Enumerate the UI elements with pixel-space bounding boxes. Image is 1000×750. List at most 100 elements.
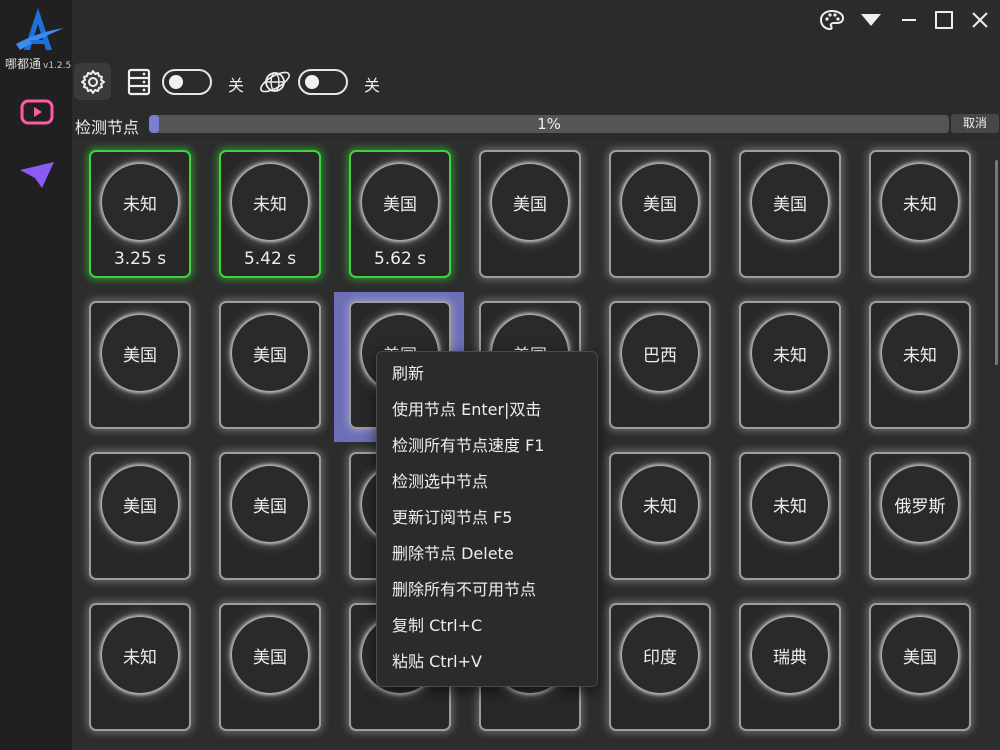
node-card[interactable]: 美国 xyxy=(89,452,191,580)
global-proxy-toggle[interactable] xyxy=(298,69,348,95)
node-country: 未知 xyxy=(773,345,807,366)
node-flag-circle: 未知 xyxy=(752,315,828,391)
cancel-button[interactable]: 取消 xyxy=(951,114,999,133)
node-country: 美国 xyxy=(253,496,287,517)
node-latency: 5.62 s xyxy=(373,249,427,269)
app-name: 哪都通 v1.2.5 xyxy=(5,57,72,71)
node-flag-circle: 美国 xyxy=(102,315,178,391)
node-country: 美国 xyxy=(253,345,287,366)
gear-icon xyxy=(80,69,105,94)
play-icon xyxy=(20,99,54,125)
node-card[interactable]: 美国 xyxy=(219,301,321,429)
node-country: 俄罗斯 xyxy=(894,496,946,517)
sidebar-video-button[interactable] xyxy=(18,95,56,129)
node-country: 未知 xyxy=(903,345,937,366)
node-flag-circle: 未知 xyxy=(622,466,698,542)
node-card[interactable]: 美国 xyxy=(479,150,581,278)
context-menu-item[interactable]: 更新订阅节点 F5 xyxy=(377,500,597,536)
server-button[interactable] xyxy=(124,67,154,97)
node-flag-circle: 美国 xyxy=(102,466,178,542)
app-version: v1.2.5 xyxy=(43,61,72,71)
node-card[interactable]: 未知 xyxy=(869,301,971,429)
node-card[interactable]: 未知 xyxy=(89,603,191,731)
sidebar-send-button[interactable] xyxy=(18,158,56,192)
vertical-scrollbar[interactable] xyxy=(995,160,998,365)
theme-palette-button[interactable] xyxy=(817,6,847,34)
node-card[interactable]: 未知 xyxy=(739,452,841,580)
global-proxy-button[interactable] xyxy=(256,63,294,101)
node-country: 瑞典 xyxy=(773,647,807,668)
node-flag-circle: 美国 xyxy=(882,617,958,693)
minimize-icon xyxy=(902,19,916,21)
node-country: 美国 xyxy=(253,647,287,668)
context-menu-item[interactable]: 使用节点 Enter|双击 xyxy=(377,392,597,428)
settings-button[interactable] xyxy=(74,63,111,100)
node-card[interactable]: 未知 xyxy=(869,150,971,278)
progress-bar: 1% xyxy=(149,115,949,133)
node-card[interactable]: 瑞典 xyxy=(739,603,841,731)
node-card[interactable]: 未知 xyxy=(739,301,841,429)
node-flag-circle: 未知 xyxy=(232,164,308,240)
node-flag-circle: 美国 xyxy=(492,164,568,240)
node-flag-circle: 美国 xyxy=(622,164,698,240)
node-latency: 5.42 s xyxy=(243,249,297,269)
node-flag-circle: 未知 xyxy=(752,466,828,542)
node-country: 印度 xyxy=(643,647,677,668)
context-menu: 刷新 使用节点 Enter|双击 检测所有节点速度 F1 检测选中节点 更新订阅节点 F… xyxy=(376,351,598,687)
node-latency: 3.25 s xyxy=(113,249,167,269)
node-card[interactable]: 美国 xyxy=(89,301,191,429)
context-menu-item[interactable]: 检测选中节点 xyxy=(377,464,597,500)
node-flag-circle: 俄罗斯 xyxy=(882,466,958,542)
node-country: 巴西 xyxy=(643,345,677,366)
node-card[interactable]: 印度 xyxy=(609,603,711,731)
node-flag-circle: 未知 xyxy=(882,164,958,240)
context-menu-item[interactable]: 删除节点 Delete xyxy=(377,536,597,572)
server-icon xyxy=(127,68,151,96)
node-country: 美国 xyxy=(773,194,807,215)
node-card[interactable]: 巴西 xyxy=(609,301,711,429)
context-menu-item[interactable]: 刷新 xyxy=(377,356,597,392)
node-flag-circle: 瑞典 xyxy=(752,617,828,693)
node-country: 美国 xyxy=(123,345,157,366)
node-card[interactable]: 美国 5.62 s xyxy=(349,150,451,278)
server-toggle-label: 关 xyxy=(228,76,245,95)
node-country: 未知 xyxy=(123,194,157,215)
node-flag-circle: 美国 xyxy=(362,164,438,240)
node-card[interactable]: 未知 3.25 s xyxy=(89,150,191,278)
node-card[interactable]: 美国 xyxy=(739,150,841,278)
node-flag-circle: 印度 xyxy=(622,617,698,693)
triangle-down-icon xyxy=(861,14,881,26)
node-card[interactable]: 美国 xyxy=(609,150,711,278)
dropdown-button[interactable] xyxy=(857,6,885,34)
progress-label: 检测节点 xyxy=(75,118,140,137)
node-card[interactable]: 美国 xyxy=(219,603,321,731)
minimize-button[interactable] xyxy=(897,6,921,34)
node-country: 美国 xyxy=(513,194,547,215)
node-card[interactable]: 美国 xyxy=(869,603,971,731)
maximize-icon xyxy=(935,11,953,29)
node-flag-circle: 美国 xyxy=(232,315,308,391)
palette-icon xyxy=(819,9,845,31)
node-country: 未知 xyxy=(123,647,157,668)
close-icon xyxy=(972,12,988,28)
node-country: 未知 xyxy=(773,496,807,517)
node-card[interactable]: 美国 xyxy=(219,452,321,580)
node-flag-circle: 美国 xyxy=(232,466,308,542)
global-proxy-toggle-label: 关 xyxy=(364,76,381,95)
progress-percent: 1% xyxy=(537,115,561,133)
node-country: 未知 xyxy=(643,496,677,517)
context-menu-item[interactable]: 复制 Ctrl+C xyxy=(377,608,597,644)
node-flag-circle: 未知 xyxy=(102,164,178,240)
context-menu-item[interactable]: 删除所有不可用节点 xyxy=(377,572,597,608)
node-flag-circle: 未知 xyxy=(882,315,958,391)
node-card[interactable]: 俄罗斯 xyxy=(869,452,971,580)
server-toggle[interactable] xyxy=(162,69,212,95)
paper-plane-icon xyxy=(20,162,54,188)
context-menu-item[interactable]: 检测所有节点速度 F1 xyxy=(377,428,597,464)
context-menu-item[interactable]: 粘贴 Ctrl+V xyxy=(377,644,597,680)
maximize-button[interactable] xyxy=(932,6,956,34)
node-country: 美国 xyxy=(383,194,417,215)
close-button[interactable] xyxy=(968,6,992,34)
node-card[interactable]: 未知 xyxy=(609,452,711,580)
node-card[interactable]: 未知 5.42 s xyxy=(219,150,321,278)
